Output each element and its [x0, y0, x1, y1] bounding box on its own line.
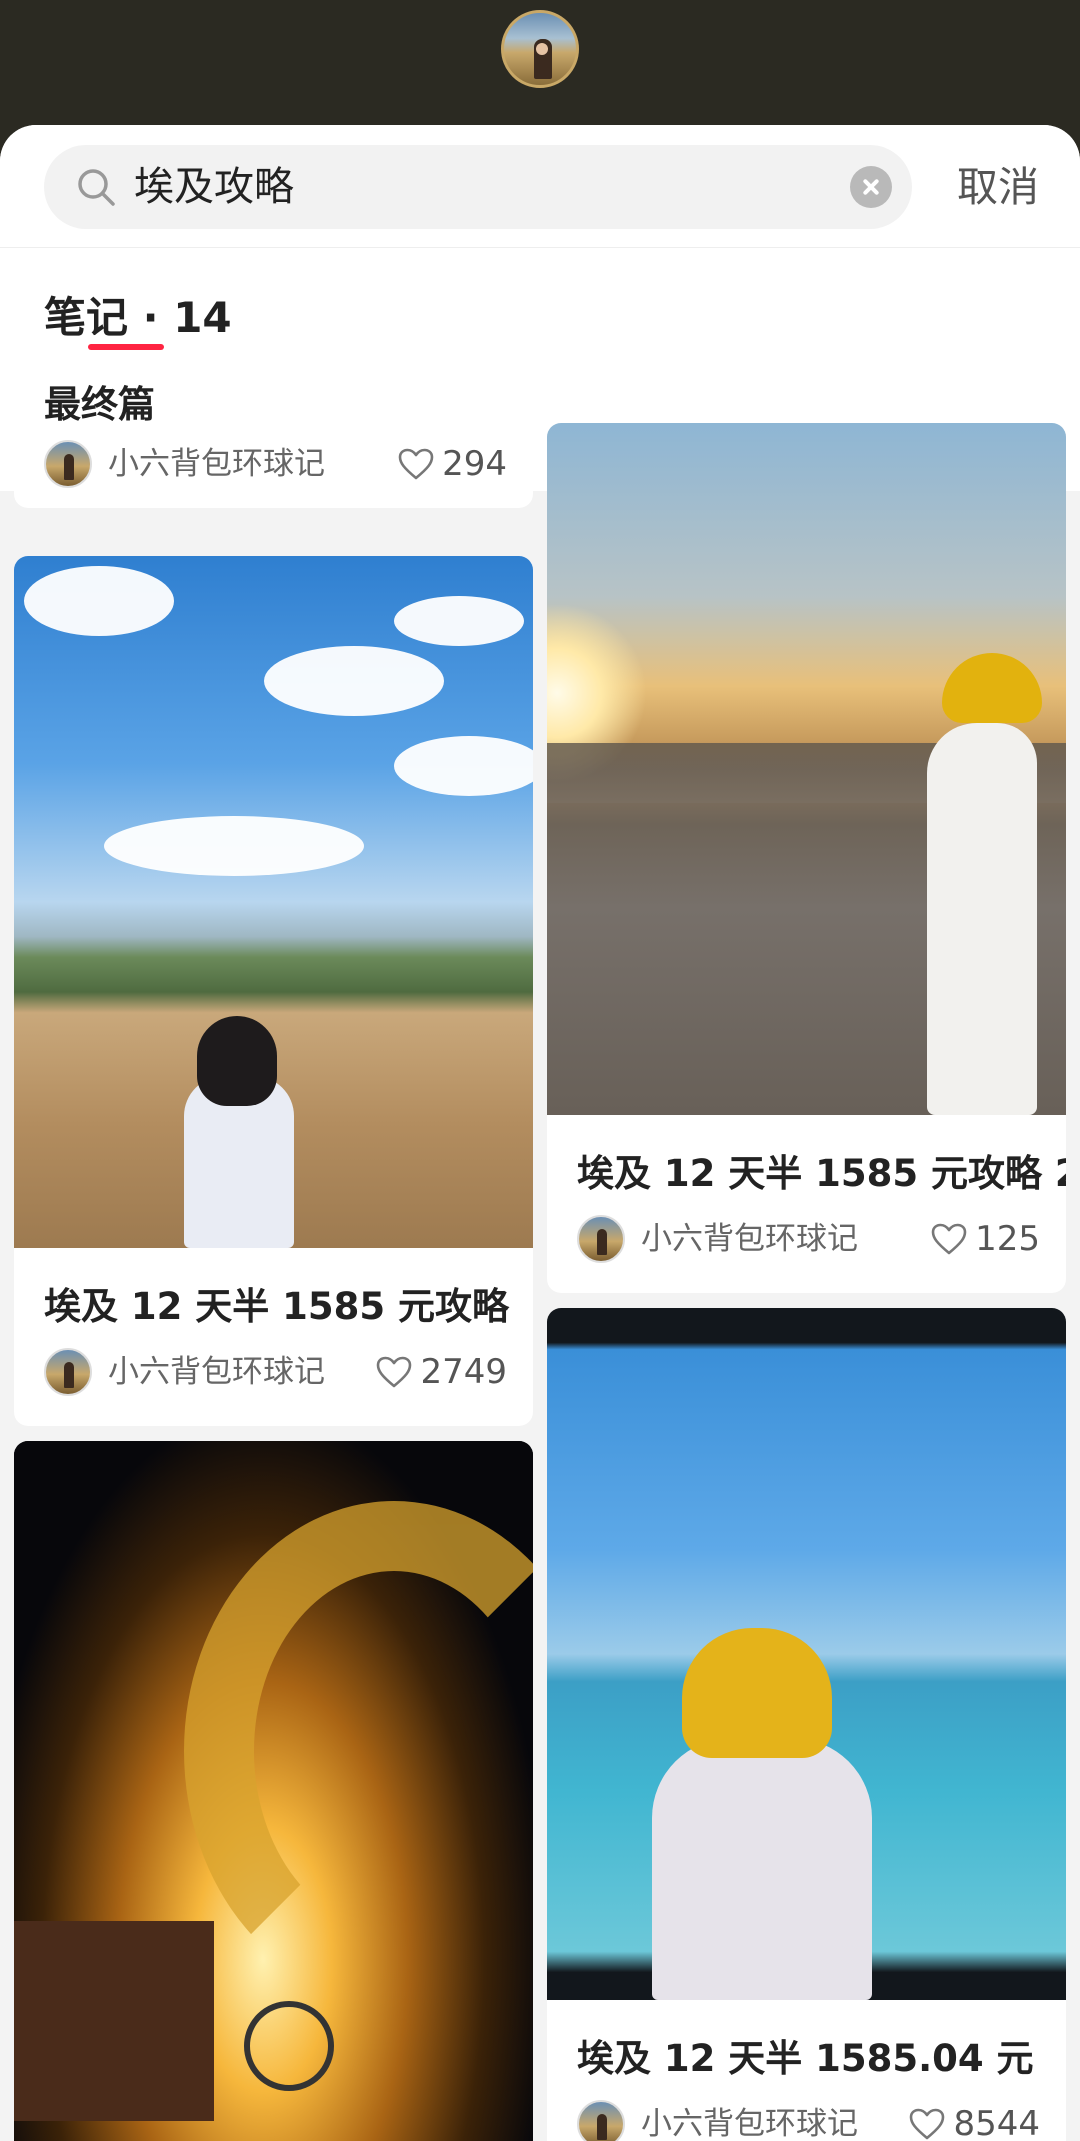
- like-number: 125: [975, 1219, 1040, 1259]
- note-title: 最终篇: [44, 383, 155, 426]
- note-cover-image: [547, 423, 1066, 1115]
- heart-icon: [398, 448, 434, 480]
- tab-notes[interactable]: 笔记 · 14: [44, 284, 232, 345]
- clear-icon[interactable]: [850, 166, 892, 208]
- search-input[interactable]: 埃及攻略: [44, 145, 912, 229]
- top-bar: [0, 0, 1080, 125]
- heart-icon: [377, 1356, 412, 1388]
- cancel-button[interactable]: 取消: [957, 145, 1039, 229]
- like-count[interactable]: 8544: [909, 2098, 1040, 2141]
- note-title: 埃及 12 天半 1585.04 元: [577, 2037, 1034, 2080]
- note-title: 埃及 12 天半 1585 元攻略: [44, 1285, 509, 1328]
- note-card[interactable]: 埃及 12 天半 1585 元攻略 小六背包环球记 2749: [14, 556, 533, 1426]
- author-avatar[interactable]: [577, 2100, 625, 2141]
- like-count[interactable]: 294: [398, 438, 507, 490]
- author-avatar[interactable]: [44, 1348, 92, 1396]
- search-icon: [78, 169, 115, 206]
- note-meta: 小六背包环球记 2749: [44, 1346, 507, 1398]
- author-name[interactable]: 小六背包环球记: [641, 1213, 858, 1265]
- like-number: 2749: [420, 1352, 507, 1392]
- note-meta: 小六背包环球记 8544: [577, 2098, 1040, 2141]
- note-card[interactable]: 埃及 12 天半 1585 元攻略 2 小六背包环球记 125: [547, 423, 1066, 1293]
- tab-active-indicator: [88, 344, 164, 350]
- search-header: 埃及攻略 取消: [0, 125, 1080, 247]
- note-title: 埃及 12 天半 1585 元攻略 2: [577, 1152, 1066, 1195]
- note-cover-image: [14, 1441, 533, 2141]
- notes-feed[interactable]: 最终篇 小六背包环球记 294 埃及 12 天半 1585 元攻略 2 小六背包…: [0, 368, 1080, 2141]
- note-cover-image: [14, 556, 533, 1248]
- note-card[interactable]: [14, 1441, 533, 2141]
- note-card[interactable]: 最终篇 小六背包环球记 294: [14, 368, 533, 508]
- note-meta: 小六背包环球记 294: [44, 438, 507, 490]
- search-results-sheet: 埃及攻略 取消 笔记 · 14 最终篇 小六背包环球记 294 埃及 12 天半…: [0, 125, 1080, 2141]
- note-meta: 小六背包环球记 125: [577, 1213, 1040, 1265]
- search-query: 埃及攻略: [134, 164, 294, 210]
- profile-avatar[interactable]: [501, 10, 579, 88]
- author-name[interactable]: 小六背包环球记: [641, 2098, 858, 2141]
- note-cover-image: [547, 1308, 1066, 2000]
- note-card-partial[interactable]: [547, 368, 1066, 411]
- like-number: 294: [442, 444, 507, 484]
- like-count[interactable]: 125: [931, 1213, 1040, 1265]
- heart-icon: [931, 1223, 967, 1255]
- note-card[interactable]: 埃及 12 天半 1585.04 元 小六背包环球记 8544: [547, 1308, 1066, 2141]
- heart-icon: [910, 2108, 945, 2140]
- author-avatar[interactable]: [577, 1215, 625, 1263]
- author-avatar[interactable]: [44, 440, 92, 488]
- like-number: 8544: [953, 2104, 1040, 2141]
- author-name[interactable]: 小六背包环球记: [108, 1346, 325, 1398]
- like-count[interactable]: 2749: [376, 1346, 507, 1398]
- author-name[interactable]: 小六背包环球记: [108, 438, 325, 490]
